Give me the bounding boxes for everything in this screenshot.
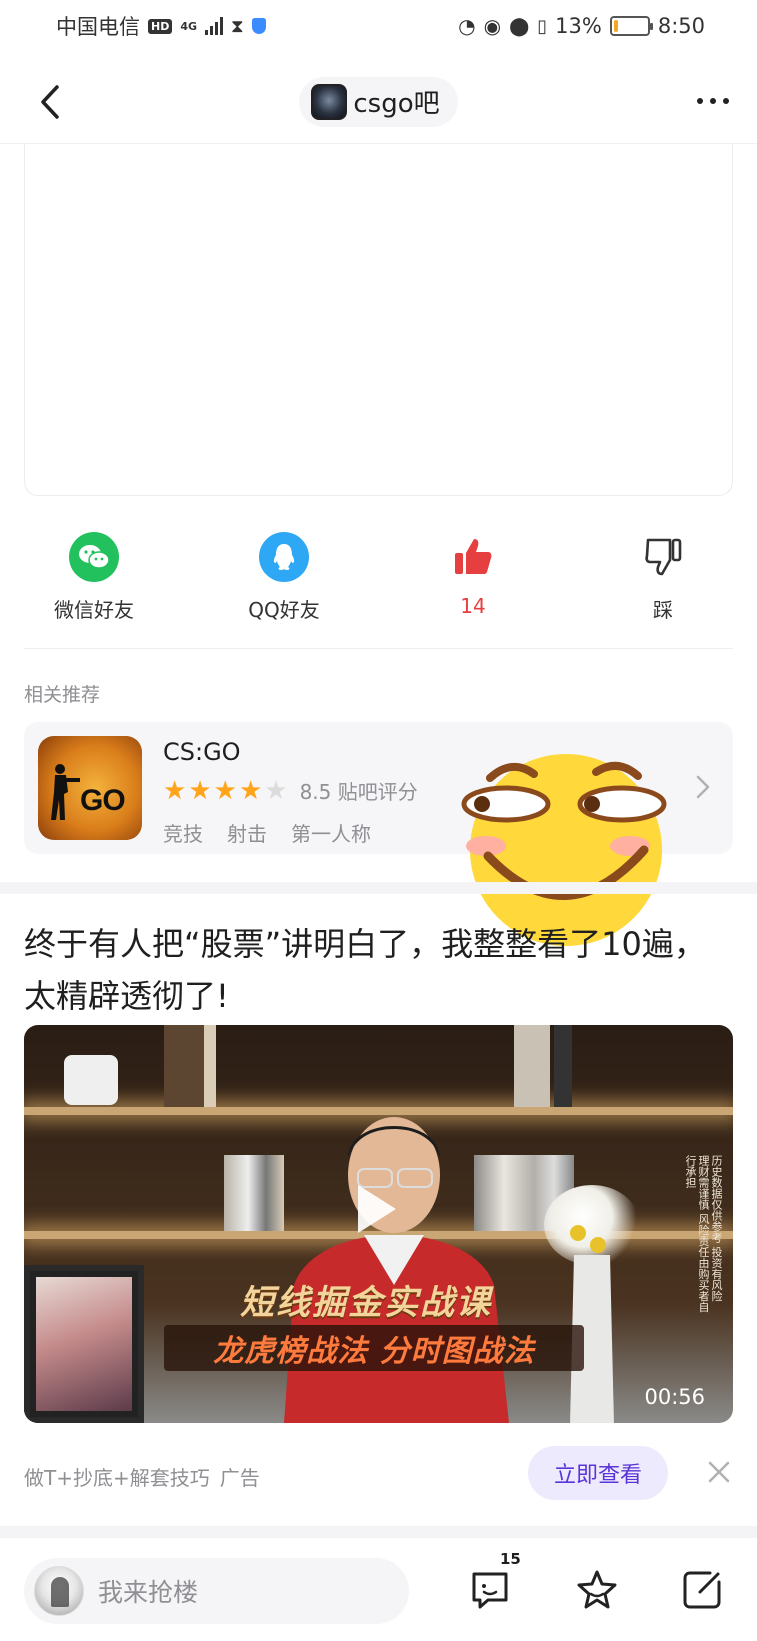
video-duration: 00:56 [644, 1385, 705, 1409]
share-icon[interactable] [680, 1568, 724, 1612]
flower-bouquet [544, 1185, 640, 1265]
more-dot-icon [697, 98, 703, 104]
vibrate-icon: ▯ [537, 15, 548, 37]
forum-avatar [311, 83, 348, 120]
book [204, 1025, 216, 1107]
rating-star-icon: ★ [264, 775, 288, 806]
rating-star-icon: ★ [188, 775, 212, 806]
thumbs-up-icon [448, 532, 498, 582]
share-qq[interactable]: QQ好友 [214, 532, 354, 623]
carrier-name: 中国电信 [56, 15, 140, 39]
game-title: CS:GO [163, 738, 241, 766]
video-headline: 短线掘金实战课 [240, 1283, 492, 1323]
avatar [34, 1566, 84, 1616]
star-list: ★ ★ ★ ★ ★ [163, 778, 288, 804]
game-tag: 射击 [227, 822, 267, 846]
star-icon[interactable] [575, 1568, 619, 1612]
smirk-emoji-sticker [461, 754, 667, 946]
comment-count-badge: 15 [500, 1550, 521, 1568]
ad-post-title[interactable]: 终于有人把“股票”讲明白了，我整整看了10遍，太精辟透彻了! [24, 918, 733, 1022]
divider [24, 648, 733, 649]
rating-stars: ★ ★ ★ ★ ★ 8.5 贴吧评分 [163, 776, 418, 805]
nav-bar: csgo吧 [0, 60, 757, 144]
rating-star-icon: ★ [238, 775, 263, 806]
ad-footer: 做T+抄底+解套技巧 广告 立即查看 [24, 1446, 733, 1502]
network-type: 4G [180, 19, 198, 33]
reply-input[interactable]: 我来抢楼 [24, 1558, 409, 1624]
data-saver-icon: ◔ [458, 14, 476, 38]
game-tag: 竞技 [163, 822, 203, 846]
share-row: 微信好友 QQ好友 14 踩 [0, 532, 757, 632]
thumbs-down-icon [638, 532, 688, 582]
forum-chip[interactable]: csgo吧 [299, 76, 458, 127]
book [554, 1025, 572, 1107]
video-subline: 龙虎榜战法 分时图战法 [164, 1325, 584, 1371]
share-wechat[interactable]: 微信好友 [24, 532, 164, 623]
status-right: ◔ ◉ ⬤ ▯ 13% 8:50 [458, 14, 705, 38]
wechat-icon [69, 532, 119, 582]
qq-icon [259, 532, 309, 582]
share-qq-label: QQ好友 [248, 598, 320, 622]
shield-icon [251, 18, 266, 34]
dislike-label: 踩 [653, 598, 673, 622]
hd-badge: HD [148, 18, 173, 34]
status-bar: 中国电信 HD 4G ⧗ ◔ ◉ ⬤ ▯ 13% 8:50 [0, 0, 757, 52]
eye-icon: ◉ [483, 14, 502, 38]
rating-star-icon: ★ [163, 775, 187, 806]
decor-vase [64, 1055, 118, 1105]
hourglass-icon: ⧗ [231, 15, 244, 37]
dislike-button[interactable]: 踩 [593, 532, 733, 623]
more-button[interactable] [697, 88, 729, 114]
video-disclaimer: 历史数据仅供参考 投资有风险 理财需谨慎 风险责任由购买者自行承担 [684, 1155, 723, 1313]
forum-name: csgo吧 [353, 89, 440, 119]
battery-percent: 13% [555, 14, 602, 38]
game-tag: 第一人称 [291, 822, 371, 846]
rating-star-icon: ★ [213, 775, 237, 806]
play-icon[interactable] [358, 1185, 396, 1233]
signal-icon [205, 17, 224, 35]
chevron-right-icon [696, 775, 710, 799]
back-button[interactable] [30, 80, 70, 124]
related-section-label: 相关推荐 [24, 684, 101, 706]
share-wechat-label: 微信好友 [54, 598, 134, 622]
rating-text: 8.5 贴吧评分 [299, 780, 418, 804]
section-gap [0, 1526, 757, 1538]
game-tags: 竞技 射击 第一人称 [163, 818, 371, 847]
reply-placeholder: 我来抢楼 [98, 1578, 199, 1607]
flower-ball [590, 1237, 606, 1253]
soldier-icon [51, 764, 80, 820]
section-gap [0, 882, 757, 894]
game-icon-text: GO [80, 784, 126, 817]
chevron-left-icon [41, 85, 59, 119]
picture-frame [24, 1265, 144, 1423]
csgo-game-icon: GO [38, 736, 142, 840]
flower-ball [570, 1225, 586, 1241]
view-now-button[interactable]: 立即查看 [528, 1446, 668, 1500]
battery-icon [609, 16, 653, 36]
ad-description-row: 做T+抄底+解套技巧 广告 [24, 1462, 260, 1491]
post-content-card [24, 144, 733, 496]
more-dot-icon [723, 98, 729, 104]
comment-icon[interactable] [468, 1568, 512, 1612]
battery-level [613, 20, 618, 32]
more-dot-icon [710, 98, 716, 104]
like-button[interactable]: 14 [403, 532, 543, 618]
clock: 8:50 [657, 14, 705, 38]
status-left: 中国电信 HD 4G ⧗ [56, 11, 266, 41]
like-count: 14 [460, 594, 486, 618]
bottom-input-bar: 我来抢楼 15 [0, 1548, 757, 1641]
presenter-figure [284, 1117, 509, 1423]
ad-description: 做T+抄底+解套技巧 [24, 1466, 210, 1490]
close-icon[interactable] [705, 1458, 733, 1486]
location-icon: ⬤ [509, 15, 530, 37]
ad-video-player[interactable]: 短线掘金实战课 龙虎榜战法 分时图战法 历史数据仅供参考 投资有风险 理财需谨慎… [24, 1025, 733, 1423]
ad-tag: 广告 [219, 1466, 260, 1490]
